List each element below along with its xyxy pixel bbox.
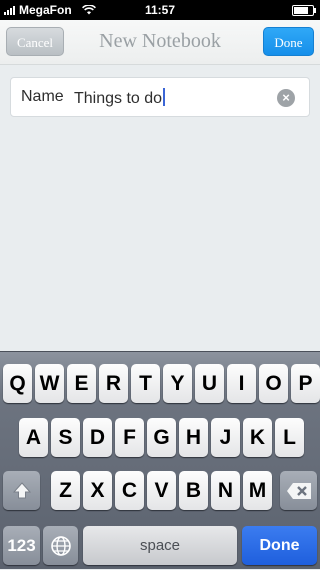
shift-icon[interactable] [3, 471, 40, 510]
key-w[interactable]: W [35, 364, 64, 403]
key-a[interactable]: A [19, 418, 48, 457]
key-b[interactable]: B [179, 471, 208, 510]
key-m[interactable]: M [243, 471, 272, 510]
key-i[interactable]: I [227, 364, 256, 403]
key-k[interactable]: K [243, 418, 272, 457]
key-t[interactable]: T [131, 364, 160, 403]
key-y[interactable]: Y [163, 364, 192, 403]
text-caret [163, 88, 166, 106]
numbers-key[interactable]: 123 [3, 526, 40, 565]
name-input[interactable]: Things to do [74, 88, 166, 108]
battery-icon [292, 5, 316, 16]
globe-icon[interactable] [43, 526, 78, 565]
name-input-value: Things to do [74, 90, 163, 107]
navigation-bar: Cancel New Notebook Done [0, 20, 320, 65]
key-j[interactable]: J [211, 418, 240, 457]
key-s[interactable]: S [51, 418, 80, 457]
key-o[interactable]: O [259, 364, 288, 403]
key-g[interactable]: G [147, 418, 176, 457]
key-x[interactable]: X [83, 471, 112, 510]
key-c[interactable]: C [115, 471, 144, 510]
key-f[interactable]: F [115, 418, 144, 457]
page-title: New Notebook [99, 30, 221, 52]
key-e[interactable]: E [67, 364, 96, 403]
space-key[interactable]: space [83, 526, 237, 565]
status-time: 11:57 [144, 3, 176, 17]
key-r[interactable]: R [99, 364, 128, 403]
key-l[interactable]: L [275, 418, 304, 457]
key-n[interactable]: N [211, 471, 240, 510]
status-bar: MegaFon 11:57 [0, 0, 320, 20]
name-field[interactable]: Name Things to do × [10, 77, 310, 117]
key-d[interactable]: D [83, 418, 112, 457]
key-q[interactable]: Q [3, 364, 32, 403]
name-label: Name [21, 88, 64, 105]
content-area: Name Things to do × [0, 65, 320, 351]
key-z[interactable]: Z [51, 471, 80, 510]
keyboard: 123 space Done QWERTYUIOP ASDFGHJKL ZXCVBN… [0, 351, 320, 569]
key-v[interactable]: V [147, 471, 176, 510]
key-u[interactable]: U [195, 364, 224, 403]
cancel-button[interactable]: Cancel [6, 27, 64, 56]
key-p[interactable]: P [291, 364, 320, 403]
key-h[interactable]: H [179, 418, 208, 457]
clear-icon[interactable]: × [277, 89, 295, 107]
keyboard-done-key[interactable]: Done [242, 526, 317, 565]
done-button[interactable]: Done [263, 27, 314, 56]
delete-icon[interactable] [280, 471, 317, 510]
